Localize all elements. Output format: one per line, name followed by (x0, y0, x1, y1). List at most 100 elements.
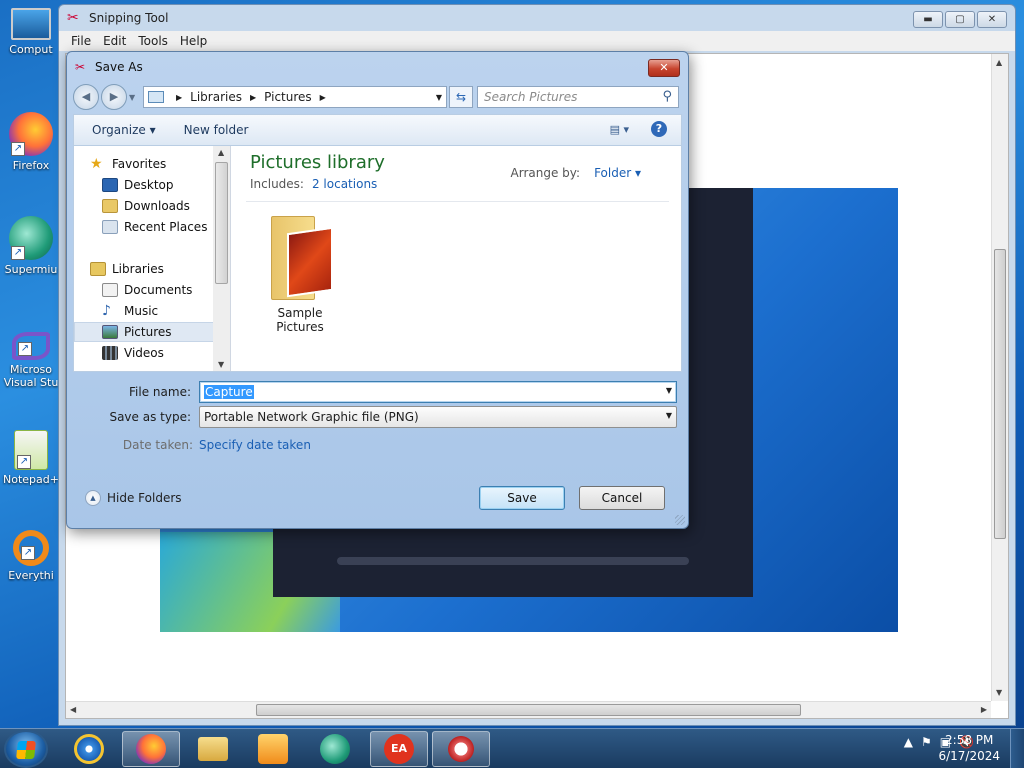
taskbar: EA ▲ ⚑ ▣ 🔇 2:58 PM 6/17/2024 (0, 728, 1024, 768)
folder-name: Sample Pictures (276, 306, 324, 334)
taskbar-media-player[interactable] (244, 731, 302, 767)
desktop-icon-visual-studio[interactable]: ↗ Microso Visual Stu (0, 332, 62, 389)
forward-button[interactable]: ▶ (101, 84, 127, 110)
scroll-down-icon[interactable]: ▼ (218, 360, 224, 369)
menu-file[interactable]: File (71, 34, 91, 48)
music-note-icon: ♪ (102, 303, 111, 319)
desktop-icon-label: Notepad+ (3, 473, 59, 486)
dialog-titlebar[interactable]: ✂ Save As (67, 52, 688, 82)
address-bar[interactable]: ▶ Libraries ▶ Pictures ▶ ▼ (143, 86, 447, 108)
minimize-button[interactable]: ▬ (913, 11, 943, 28)
help-icon[interactable]: ? (651, 121, 667, 137)
breadcrumb-separator-icon[interactable]: ▶ (250, 93, 256, 102)
internet-explorer-icon (74, 734, 104, 764)
refresh-button[interactable]: ⇆ (449, 86, 473, 108)
desktop-icon-supermium[interactable]: ↗ Supermiu (0, 216, 62, 276)
taskbar-supermium[interactable] (306, 731, 364, 767)
maximize-button[interactable]: ▢ (945, 11, 975, 28)
search-input[interactable]: Search Pictures ⚲ (477, 86, 679, 108)
recent-locations-chevron-down-icon[interactable]: ▼ (129, 93, 139, 102)
includes-locations-link[interactable]: 2 locations (312, 177, 377, 191)
film-icon (102, 346, 118, 360)
breadcrumb-separator-icon[interactable]: ▶ (320, 93, 326, 102)
show-desktop-button[interactable] (1010, 729, 1024, 768)
save-button[interactable]: Save (479, 486, 565, 510)
dialog-close-button[interactable]: ✕ (648, 59, 680, 77)
supermium-icon: ↗ (9, 216, 53, 260)
action-center-flag-icon[interactable]: ⚑ (921, 735, 932, 749)
desktop-icon-computer[interactable]: Comput (0, 8, 62, 56)
menu-tools[interactable]: Tools (138, 34, 168, 48)
nav-item-label: Pictures (124, 325, 172, 339)
desktop-icon-label: Microso (9, 363, 53, 376)
chevron-up-icon: ▲ (85, 490, 101, 506)
resize-grip[interactable] (675, 515, 685, 525)
taskbar-ea-app[interactable]: EA (370, 731, 428, 767)
change-view-icon[interactable]: ▤ ▾ (610, 123, 629, 136)
menu-edit[interactable]: Edit (103, 34, 126, 48)
scroll-up-icon[interactable]: ▲ (218, 148, 224, 157)
breadcrumb-separator-icon[interactable]: ▶ (176, 93, 182, 102)
horizontal-scroll-thumb[interactable] (256, 704, 801, 716)
menu-help[interactable]: Help (180, 34, 207, 48)
hide-folders-button[interactable]: ▲ Hide Folders (85, 490, 182, 506)
back-button[interactable]: ◀ (73, 84, 99, 110)
divider (246, 201, 669, 202)
breadcrumb-pictures[interactable]: Pictures (264, 90, 312, 104)
clock[interactable]: 2:58 PM 6/17/2024 (938, 732, 1000, 764)
filename-input[interactable]: Capture ▼ (199, 381, 677, 403)
nav-item-label: Downloads (124, 199, 190, 213)
computer-icon (11, 8, 51, 40)
nav-item-favorites[interactable]: ★ Favorites (90, 154, 230, 174)
file-list: Pictures library Includes: 2 locations Ar… (232, 146, 681, 371)
shortcut-arrow-icon: ↗ (11, 246, 25, 260)
nav-item-libraries[interactable]: Libraries (90, 259, 230, 279)
libraries-icon (90, 262, 106, 276)
new-folder-button[interactable]: New folder (170, 123, 263, 137)
nav-item-pictures[interactable]: Pictures (74, 322, 214, 342)
desktop-icon-notepad-plus[interactable]: ↗ Notepad+ (0, 430, 62, 486)
filename-chevron-down-icon[interactable]: ▼ (666, 386, 672, 395)
desktop-icon-firefox[interactable]: ↗ Firefox (0, 112, 62, 172)
menu-bar: File Edit Tools Help (59, 31, 1015, 51)
snipping-tool-titlebar[interactable]: ✂ Snipping Tool (59, 5, 1015, 31)
arrange-by-dropdown[interactable]: Folder ▾ (594, 166, 641, 180)
taskbar-firefox[interactable] (122, 731, 180, 767)
taskbar-internet-explorer[interactable] (60, 731, 118, 767)
savetype-select[interactable]: Portable Network Graphic file (PNG) ▼ (199, 406, 677, 428)
horizontal-scrollbar[interactable]: ◀ ▶ (66, 701, 991, 718)
save-as-dialog: ✂ Save As ✕ ◀ ▶ ▼ ▶ Libraries ▶ Pictures… (66, 51, 689, 529)
show-hidden-icons-icon[interactable]: ▲ (904, 735, 913, 749)
scroll-right-icon[interactable]: ▶ (981, 705, 987, 714)
breadcrumb-libraries[interactable]: Libraries (190, 90, 242, 104)
date-taken-label: Date taken: (122, 438, 193, 452)
organize-button[interactable]: Organize ▾ (74, 123, 170, 137)
vertical-scroll-thumb[interactable] (994, 249, 1006, 539)
savetype-chevron-down-icon[interactable]: ▼ (666, 411, 672, 420)
specify-date-link[interactable]: Specify date taken (199, 438, 311, 452)
taskbar-snipping-tool[interactable] (432, 731, 490, 767)
includes-label: Includes: (250, 177, 304, 191)
windows-logo-icon (16, 741, 36, 759)
scroll-left-icon[interactable]: ◀ (70, 705, 76, 714)
desktop-icon-label: Everythi (8, 569, 54, 582)
desktop-icon (102, 178, 118, 192)
address-chevron-down-icon[interactable]: ▼ (436, 93, 442, 102)
search-icon[interactable]: ⚲ (662, 89, 672, 104)
folder-item[interactable]: Sample Pictures (252, 208, 348, 334)
savetype-value: Portable Network Graphic file (PNG) (204, 410, 419, 424)
vertical-scrollbar[interactable]: ▲ ▼ (991, 54, 1008, 701)
nav-pane-scrollbar[interactable]: ▲ ▼ (213, 146, 230, 371)
scroll-down-icon[interactable]: ▼ (996, 688, 1002, 697)
desktop-icon-everything[interactable]: ↗ Everythi (0, 530, 62, 582)
nav-pane-scroll-thumb[interactable] (215, 162, 228, 284)
nav-item-label: Favorites (112, 157, 167, 171)
scroll-up-icon[interactable]: ▲ (996, 58, 1002, 67)
cancel-button[interactable]: Cancel (579, 486, 665, 510)
clock-time: 2:58 PM (945, 733, 994, 747)
nav-item-label: Desktop (124, 178, 174, 192)
taskbar-file-explorer[interactable] (184, 731, 242, 767)
close-button[interactable]: ✕ (977, 11, 1007, 28)
start-button[interactable] (4, 730, 48, 768)
desktop-icon-label-line2: Visual Stu (3, 376, 59, 389)
